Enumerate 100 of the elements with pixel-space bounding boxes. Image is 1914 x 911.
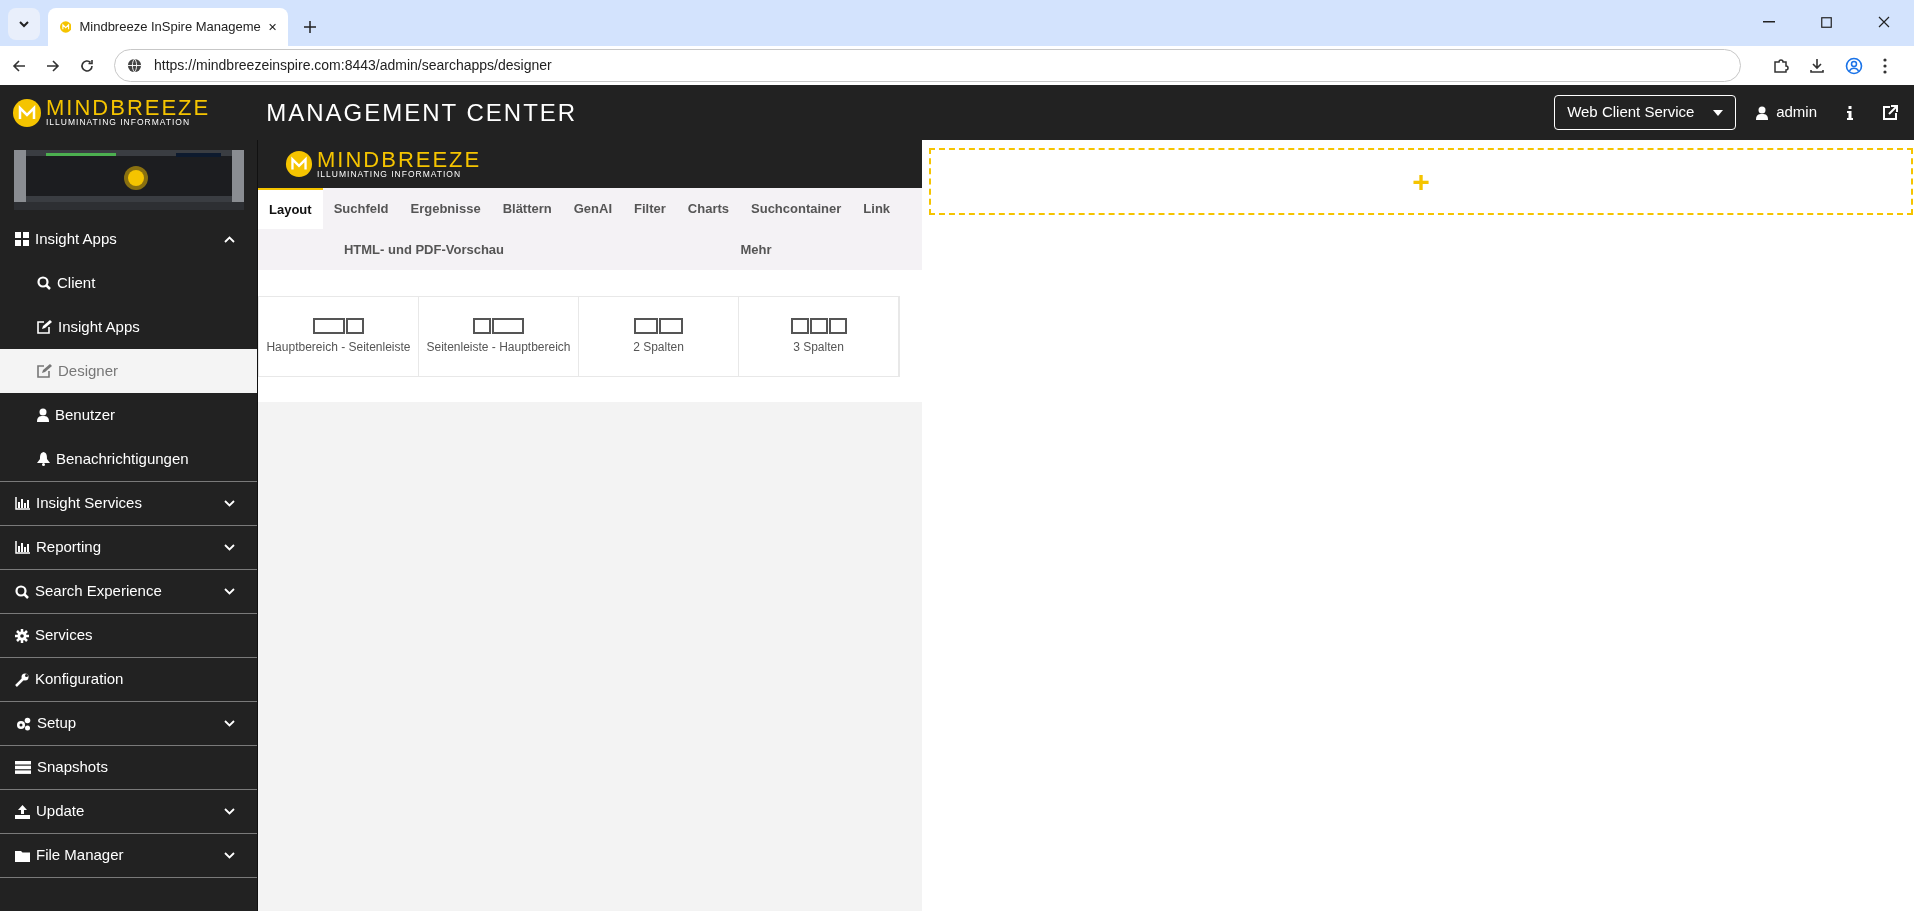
tab[interactable]: Mehr xyxy=(590,229,922,270)
bar-chart-icon xyxy=(15,541,30,554)
menu-icon[interactable] xyxy=(1883,57,1887,74)
tab-list-button[interactable] xyxy=(8,8,40,40)
tab[interactable]: Suchcontainer xyxy=(740,188,853,229)
edit-icon xyxy=(37,364,52,378)
chevron-down-icon xyxy=(224,720,235,727)
maximize-icon[interactable] xyxy=(1821,16,1832,28)
sidebar-label: Designer xyxy=(58,360,119,381)
sidebar-label: Insight Services xyxy=(36,493,142,514)
close-icon[interactable] xyxy=(268,22,276,32)
search-icon xyxy=(15,584,29,599)
edit-icon xyxy=(37,320,52,334)
chevron-down-icon xyxy=(224,588,235,595)
tab[interactable]: Charts xyxy=(676,188,741,229)
browser-tab[interactable]: Mindbreeze InSpire Manageme xyxy=(48,8,288,46)
chevron-down-icon xyxy=(18,20,30,28)
tab[interactable]: Suchfeld xyxy=(322,188,400,229)
sidebar-label: File Manager xyxy=(36,845,124,866)
server-icon xyxy=(15,761,31,774)
sidebar-label: Snapshots xyxy=(37,757,108,778)
search-icon xyxy=(37,276,51,290)
sidebar-label: Insight Apps xyxy=(58,316,140,337)
columns-icon xyxy=(472,317,525,334)
chevron-down-icon xyxy=(224,852,235,859)
external-link-icon[interactable] xyxy=(1883,105,1898,120)
sidebar-label: Search Experience xyxy=(35,581,162,602)
tab[interactable]: Link xyxy=(852,188,902,229)
sidebar-item[interactable]: Setup xyxy=(0,702,257,746)
sidebar-label: Reporting xyxy=(36,537,102,558)
favicon-icon xyxy=(60,19,72,35)
logo-tagline: ILLUMINATING INFORMATION xyxy=(317,169,463,179)
logo-icon xyxy=(285,150,313,178)
back-icon[interactable] xyxy=(12,58,26,73)
sidebar-label: Konfiguration xyxy=(35,669,124,690)
layout-label: 2 Spalten xyxy=(633,338,684,356)
url-text: https://mindbreezeinspire.com:8443/admin/searchapps/designer xyxy=(154,56,552,75)
download-icon[interactable] xyxy=(1809,57,1825,74)
columns-icon xyxy=(312,317,365,334)
layout-label: Seitenleiste - Hauptbereich xyxy=(426,338,571,356)
layout-option[interactable]: 3 Spalten xyxy=(739,297,899,376)
logo-wordmark: MINDBREEZE xyxy=(317,149,482,170)
sidebar-label: Update xyxy=(36,801,85,822)
sidebar-label: Benachrichtigungen xyxy=(56,448,189,469)
info-icon[interactable] xyxy=(1847,105,1853,120)
chevron-down-icon xyxy=(224,808,235,815)
gear-icon xyxy=(15,628,29,643)
sidebar-item[interactable]: Reporting xyxy=(0,526,257,570)
profile-icon[interactable] xyxy=(1845,56,1863,75)
tab[interactable]: HTML- und PDF-Vorschau xyxy=(258,229,590,270)
logo-tagline: ILLUMINATING INFORMATION xyxy=(46,118,192,127)
sidebar-item[interactable]: Services xyxy=(0,614,257,658)
app-title: MANAGEMENT CENTER xyxy=(266,97,578,128)
layout-option[interactable]: 2 Spalten xyxy=(579,297,739,376)
sidebar-subitem[interactable]: Insight Apps xyxy=(0,305,257,349)
sidebar-subitem[interactable]: Designer xyxy=(0,349,257,393)
minimize-icon[interactable] xyxy=(1763,21,1775,23)
chevron-up-icon xyxy=(224,235,235,243)
sidebar-item[interactable]: Insight Services xyxy=(0,482,257,526)
tab[interactable]: Filter xyxy=(623,188,677,229)
layout-label: 3 Spalten xyxy=(793,338,844,356)
globe-icon xyxy=(127,58,142,73)
sidebar-label: Insight Apps xyxy=(35,228,117,249)
sidebar-subitem[interactable]: Benachrichtigungen xyxy=(0,437,257,481)
sidebar-label: Services xyxy=(35,625,93,646)
sidebar-item[interactable]: Konfiguration xyxy=(0,658,257,702)
tab[interactable]: GenAI xyxy=(562,188,624,229)
sidebar-subitem[interactable]: Client xyxy=(0,261,257,305)
close-icon[interactable] xyxy=(1878,16,1890,28)
tab[interactable]: Ergebnisse xyxy=(399,188,492,229)
sidebar-item[interactable]: Update xyxy=(0,790,257,834)
sidebar-item[interactable]: Insight Apps xyxy=(0,217,257,261)
forward-icon[interactable] xyxy=(46,58,60,73)
sidebar-label: Setup xyxy=(37,713,77,734)
chevron-down-icon xyxy=(224,544,235,551)
layout-option[interactable]: Seitenleiste - Hauptbereich xyxy=(419,297,579,376)
wrench-icon xyxy=(15,672,29,687)
sidebar-label: Client xyxy=(57,272,96,293)
logo-wordmark: MINDBREEZE xyxy=(46,98,211,119)
reload-icon[interactable] xyxy=(80,58,94,73)
caret-icon xyxy=(1713,109,1724,116)
grid-icon xyxy=(15,232,29,246)
tab[interactable]: Blättern xyxy=(491,188,563,229)
tab-title: Mindbreeze InSpire Manageme xyxy=(79,18,261,37)
sidebar-item[interactable]: Search Experience xyxy=(0,570,257,614)
sidebar-subitem[interactable]: Benutzer xyxy=(0,393,257,437)
extensions-icon[interactable] xyxy=(1773,57,1789,74)
columns-icon xyxy=(633,317,684,334)
layout-option[interactable]: Hauptbereich - Seitenleiste xyxy=(259,297,419,376)
layout-label: Hauptbereich - Seitenleiste xyxy=(266,338,411,356)
tab[interactable]: Layout xyxy=(258,188,323,229)
new-tab-icon[interactable] xyxy=(304,21,316,33)
sidebar-item[interactable]: File Manager xyxy=(0,834,257,878)
folder-icon xyxy=(15,849,30,862)
gears-icon xyxy=(15,716,31,731)
user-menu[interactable]: admin xyxy=(1756,101,1817,124)
service-select[interactable]: Web Client Service xyxy=(1554,95,1737,130)
bell-icon xyxy=(37,452,50,466)
bar-chart-icon xyxy=(15,497,30,510)
sidebar-item[interactable]: Snapshots xyxy=(0,746,257,790)
